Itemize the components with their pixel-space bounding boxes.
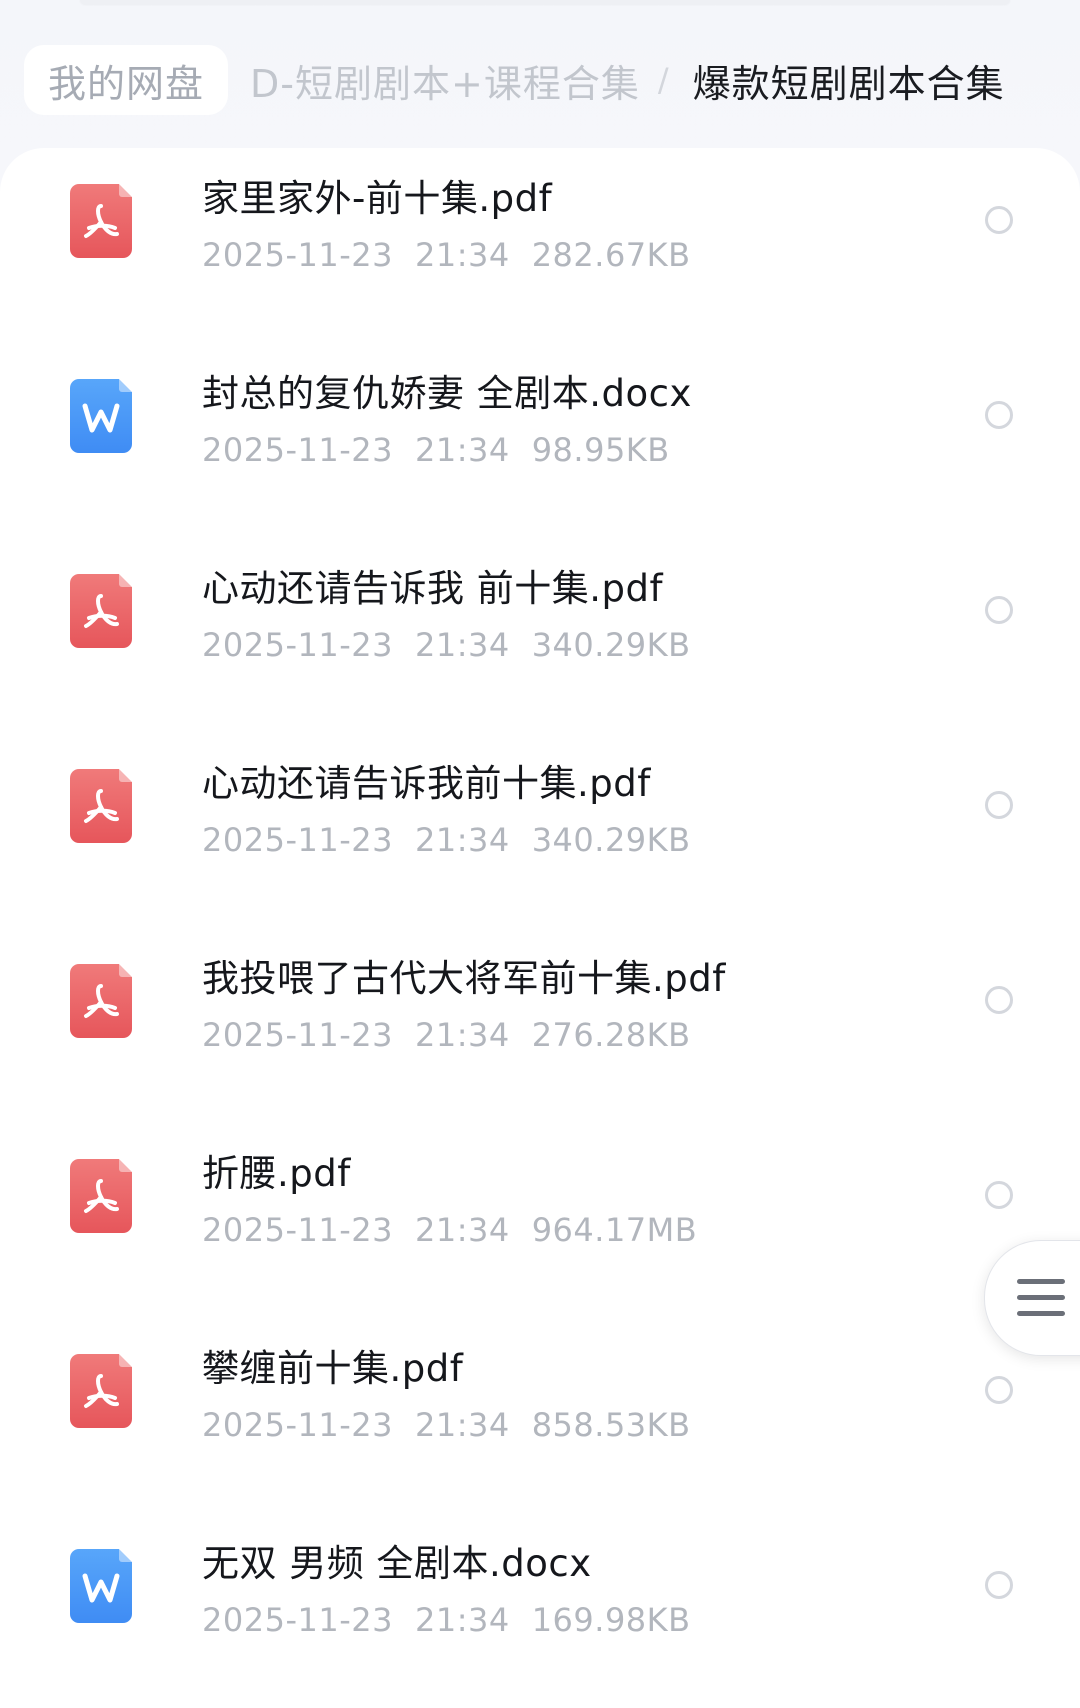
file-time: 21:34 [414,1601,510,1639]
file-meta: 2025-11-23 21:34 98.95KB [202,431,670,469]
file-size: 98.95KB [531,431,670,469]
file-meta: 2025-11-23 21:34 340.29KB [202,626,691,664]
breadcrumb-current: 爆款短剧剧本合集 [692,61,1005,106]
file-size: 340.29KB [531,626,691,664]
select-checkbox[interactable] [985,206,1013,234]
file-size: 169.98KB [531,1601,691,1639]
select-checkbox[interactable] [985,401,1013,429]
pdf-icon [70,769,132,843]
select-checkbox[interactable] [985,1376,1013,1404]
file-time: 21:34 [414,626,510,664]
file-row[interactable]: 心动还请告诉我 前十集.pdf 2025-11-23 21:34 340.29KB [0,538,1080,733]
file-name: 我投喂了古代大将军前十集.pdf [202,957,726,1000]
file-name: 封总的复仇娇妻 全剧本.docx [202,372,692,415]
menu-icon [1017,1311,1065,1316]
file-date: 2025-11-23 [202,821,393,859]
file-row[interactable]: 折腰.pdf 2025-11-23 21:34 964.17MB [0,1123,1080,1318]
file-name: 折腰.pdf [202,1152,351,1195]
breadcrumb-home[interactable]: 我的网盘 [24,45,229,115]
file-date: 2025-11-23 [202,1211,393,1249]
pdf-icon [70,574,132,648]
select-checkbox[interactable] [985,986,1013,1014]
file-time: 21:34 [414,1016,510,1054]
file-row[interactable]: 无双 男频 全剧本.docx 2025-11-23 21:34 169.98KB [0,1513,1080,1708]
file-size: 340.29KB [531,821,691,859]
pdf-icon [70,184,132,258]
file-date: 2025-11-23 [202,431,393,469]
file-meta: 2025-11-23 21:34 340.29KB [202,821,691,859]
file-list: 家里家外-前十集.pdf 2025-11-23 21:34 282.67KB 封总的复仇… [0,148,1080,1708]
top-handle [80,0,1010,4]
file-size: 276.28KB [531,1016,691,1054]
menu-icon [1017,1295,1065,1300]
file-row[interactable]: 家里家外-前十集.pdf 2025-11-23 21:34 282.67KB [0,148,1080,343]
file-time: 21:34 [414,1406,510,1444]
file-date: 2025-11-23 [202,1601,393,1639]
file-date: 2025-11-23 [202,626,393,664]
select-checkbox[interactable] [985,1181,1013,1209]
file-meta: 2025-11-23 21:34 858.53KB [202,1406,691,1444]
breadcrumb: 我的网盘 D-短剧剧本+课程合集 / 爆款短剧剧本合集 [0,30,1080,130]
pdf-icon [70,1159,132,1233]
file-name: 无双 男频 全剧本.docx [202,1542,592,1585]
file-row[interactable]: 攀缠前十集.pdf 2025-11-23 21:34 858.53KB [0,1318,1080,1513]
pdf-icon [70,964,132,1038]
file-row[interactable]: 封总的复仇娇妻 全剧本.docx 2025-11-23 21:34 98.95KB [0,343,1080,538]
file-time: 21:34 [414,236,510,274]
file-date: 2025-11-23 [202,1406,393,1444]
pdf-icon [70,1354,132,1428]
file-date: 2025-11-23 [202,1016,393,1054]
select-checkbox[interactable] [985,596,1013,624]
file-time: 21:34 [414,431,510,469]
file-meta: 2025-11-23 21:34 964.17MB [202,1211,697,1249]
file-time: 21:34 [414,1211,510,1249]
select-checkbox[interactable] [985,1571,1013,1599]
word-icon [70,379,132,453]
file-meta: 2025-11-23 21:34 276.28KB [202,1016,691,1054]
file-size: 282.67KB [531,236,691,274]
file-meta: 2025-11-23 21:34 282.67KB [202,236,691,274]
file-name: 心动还请告诉我前十集.pdf [202,762,651,805]
file-name: 攀缠前十集.pdf [202,1347,464,1390]
file-name: 家里家外-前十集.pdf [202,177,553,220]
file-size: 858.53KB [531,1406,691,1444]
file-date: 2025-11-23 [202,236,393,274]
breadcrumb-parent[interactable]: D-短剧剧本+课程合集 [250,53,640,108]
file-name: 心动还请告诉我 前十集.pdf [202,567,664,610]
menu-icon [1017,1279,1065,1284]
file-row[interactable]: 我投喂了古代大将军前十集.pdf 2025-11-23 21:34 276.28KB [0,928,1080,1123]
select-checkbox[interactable] [985,791,1013,819]
breadcrumb-separator: / [657,61,669,99]
file-time: 21:34 [414,821,510,859]
file-meta: 2025-11-23 21:34 169.98KB [202,1601,691,1639]
file-size: 964.17MB [531,1211,698,1249]
word-icon [70,1549,132,1623]
file-row[interactable]: 心动还请告诉我前十集.pdf 2025-11-23 21:34 340.29KB [0,733,1080,928]
